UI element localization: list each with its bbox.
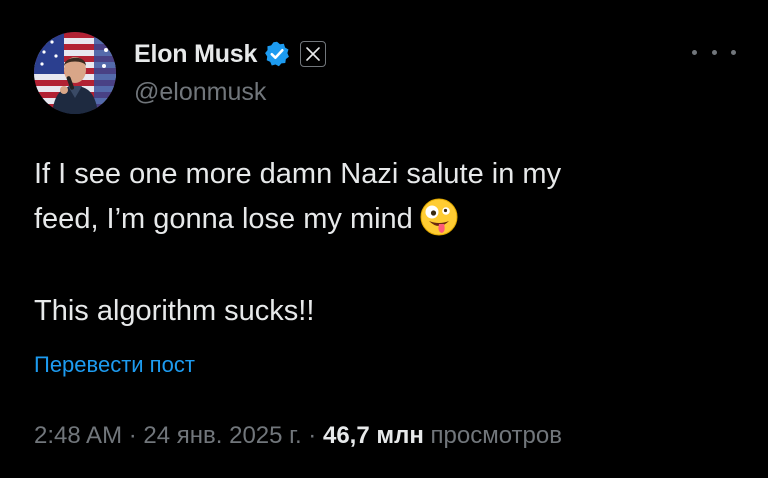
tweet-line: feed, I’m gonna lose my mind [34,203,413,235]
tweet-line: This algorithm sucks!! [34,295,315,327]
tweet-meta: 2:48 AM · 24 янв. 2025 г. · 46,7 млн про… [34,422,562,450]
avatar-image [34,32,116,114]
author-handle[interactable]: @elonmusk [134,78,266,107]
more-dot-icon [711,49,717,55]
more-dot-icon [692,49,697,55]
meta-separator: · [122,422,144,449]
avatar[interactable] [34,32,116,114]
views-count[interactable]: 46,7 млн [323,422,424,449]
tweet-date[interactable]: 24 янв. 2025 г. [143,422,301,449]
tweet-line: If I see one more damn Nazi salute in my [34,158,562,190]
verified-badge-icon[interactable] [263,40,291,68]
more-options-button[interactable] [692,40,736,64]
x-logo-icon[interactable] [300,41,327,67]
more-dot-icon [731,49,736,55]
tweet-line-with-emoji: feed, I’m gonna lose my mind [34,197,734,242]
zany-face-icon [420,198,458,236]
tweet-body: If I see one more damn Nazi salute in my… [34,152,734,334]
tweet-time[interactable]: 2:48 AM [34,422,122,449]
author-name[interactable]: Elon Musk [134,40,257,69]
meta-separator: · [301,422,323,449]
translate-post-link[interactable]: Перевести пост [34,352,195,378]
author-row: Elon Musk [134,38,327,70]
x-logo-glyph [306,47,321,61]
views-label: просмотров [430,422,562,449]
